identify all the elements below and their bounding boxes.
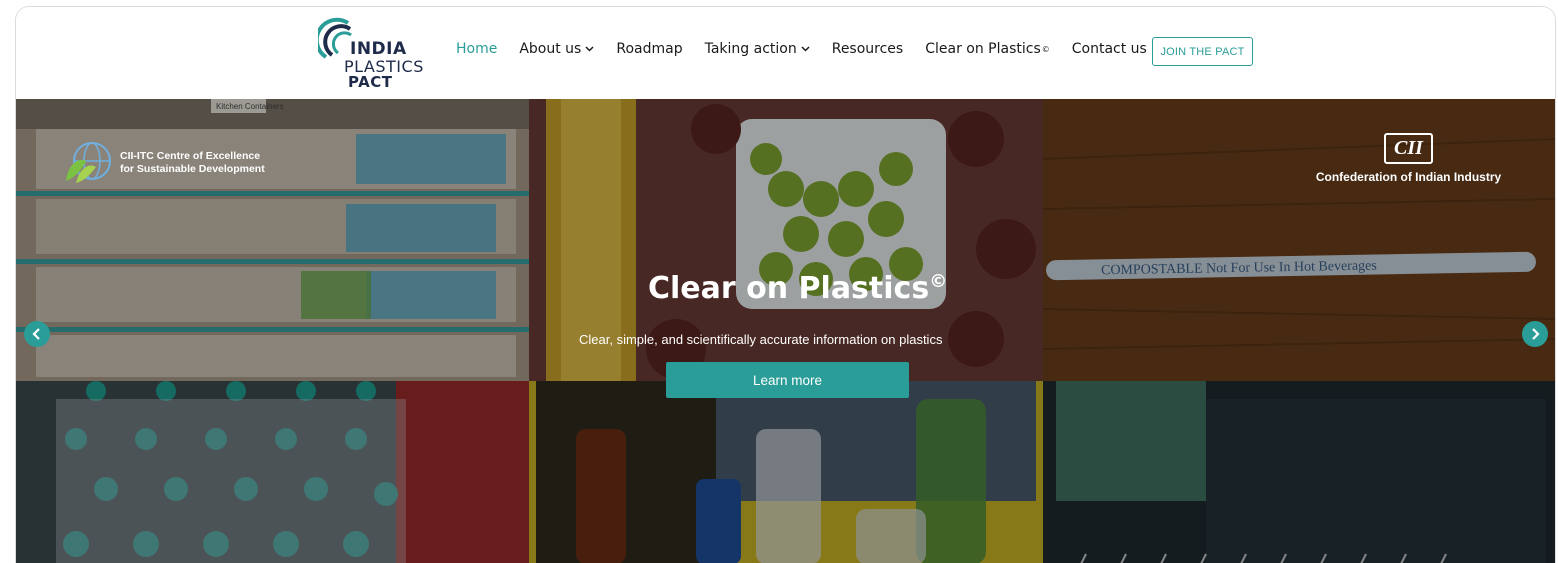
cii-mark: CII (1384, 133, 1433, 164)
chevron-down-icon (801, 46, 810, 52)
india-plastics-pact-logo[interactable]: INDIA PLASTICS PACT (318, 17, 428, 91)
hero-title-copyright: © (929, 271, 948, 292)
nav-home[interactable]: Home (456, 41, 497, 57)
hero-title-text: Clear on Plastics (648, 271, 930, 306)
chevron-down-icon (585, 46, 594, 52)
hero-subtitle: Clear, simple, and scientifically accura… (579, 332, 943, 347)
nav-about-us[interactable]: About us (519, 41, 594, 57)
hero-title: Clear on Plastics© (648, 271, 947, 306)
chevron-left-icon (32, 328, 40, 340)
browser-frame: INDIA PLASTICS PACT Home About us Roadma… (15, 6, 1556, 563)
cii-itc-line1: CII-ITC Centre of Excellence (120, 150, 261, 162)
carousel-prev-button[interactable] (24, 321, 50, 347)
nav-taking-action[interactable]: Taking action (705, 41, 810, 57)
chevron-right-icon (1532, 328, 1540, 340)
carousel-next-button[interactable] (1522, 321, 1548, 347)
cii-partner-logo: CII Confederation of Indian Industry (1311, 133, 1506, 184)
logo-text-pact: PACT (348, 73, 393, 91)
nav-contact-us[interactable]: Contact us (1072, 41, 1147, 57)
hero-carousel: Kitchen Containers COMPOSTABLE Not For U… (16, 99, 1555, 563)
nav-taking-action-label: Taking action (704, 41, 797, 57)
main-nav: Home About us Roadmap Taking action Reso… (456, 41, 1169, 57)
site-header: INDIA PLASTICS PACT Home About us Roadma… (16, 7, 1555, 99)
nav-about-us-label: About us (519, 41, 582, 57)
logo-text-india: INDIA (350, 39, 407, 59)
join-the-pact-button[interactable]: JOIN THE PACT (1152, 37, 1253, 66)
copyright-mark: © (1041, 44, 1050, 54)
globe-leaf-icon (66, 142, 111, 183)
cii-caption: Confederation of Indian Industry (1315, 170, 1502, 184)
learn-more-button[interactable]: Learn more (666, 362, 909, 398)
cii-itc-partner-logo: CII-ITC Centre of Excellence for Sustain… (62, 141, 265, 185)
nav-roadmap[interactable]: Roadmap (616, 41, 682, 57)
cii-itc-line2: for Sustainable Development (120, 163, 265, 175)
nav-clear-on-plastics[interactable]: Clear on Plastics © (925, 41, 1050, 57)
nav-clear-on-plastics-label: Clear on Plastics (925, 41, 1041, 57)
nav-resources[interactable]: Resources (832, 41, 904, 57)
